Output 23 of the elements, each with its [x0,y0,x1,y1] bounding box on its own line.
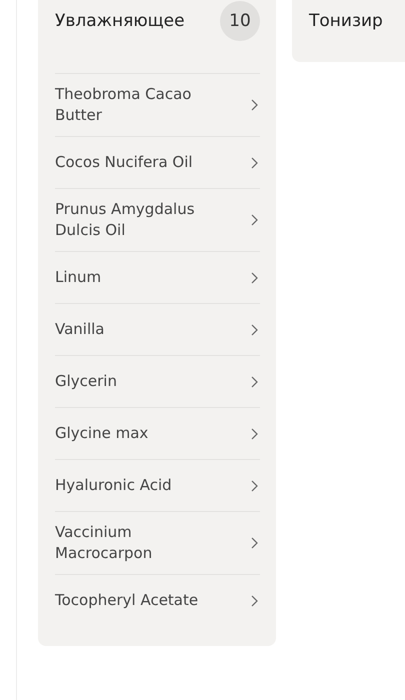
count-badge: 10 [220,0,260,40]
ingredient-item[interactable]: Vaccinium Macrocarpon [55,511,260,574]
chevron-right-icon [250,594,258,606]
chevron-right-icon [250,99,258,111]
chevron-right-icon [250,272,258,284]
chevron-right-icon [250,480,258,492]
chevron-right-icon [250,376,258,388]
ingredient-item[interactable]: Tocopheryl Acetate [55,574,260,626]
ingredient-item[interactable]: Cocos Nucifera Oil [55,136,260,188]
ingredient-item[interactable]: Prunus Amygdalus Dulcis Oil [55,188,260,251]
ingredient-item[interactable]: Theobroma Cacao Butter [55,73,260,136]
chevron-right-icon [250,156,258,168]
ingredient-item[interactable]: Glycerin [55,355,260,407]
chevron-right-icon [250,537,258,549]
chevron-right-icon [250,428,258,440]
chevron-right-icon [250,324,258,336]
chevron-right-icon [250,214,258,226]
ingredient-item[interactable]: Hyaluronic Acid [55,459,260,511]
ingredient-item[interactable]: Vanilla [55,303,260,355]
category-title: Тонизир [309,10,383,30]
category-title: Увлажняющее [55,10,185,30]
ingredient-item[interactable]: Linum [55,251,260,303]
ingredient-item[interactable]: Glycine max [55,407,260,459]
